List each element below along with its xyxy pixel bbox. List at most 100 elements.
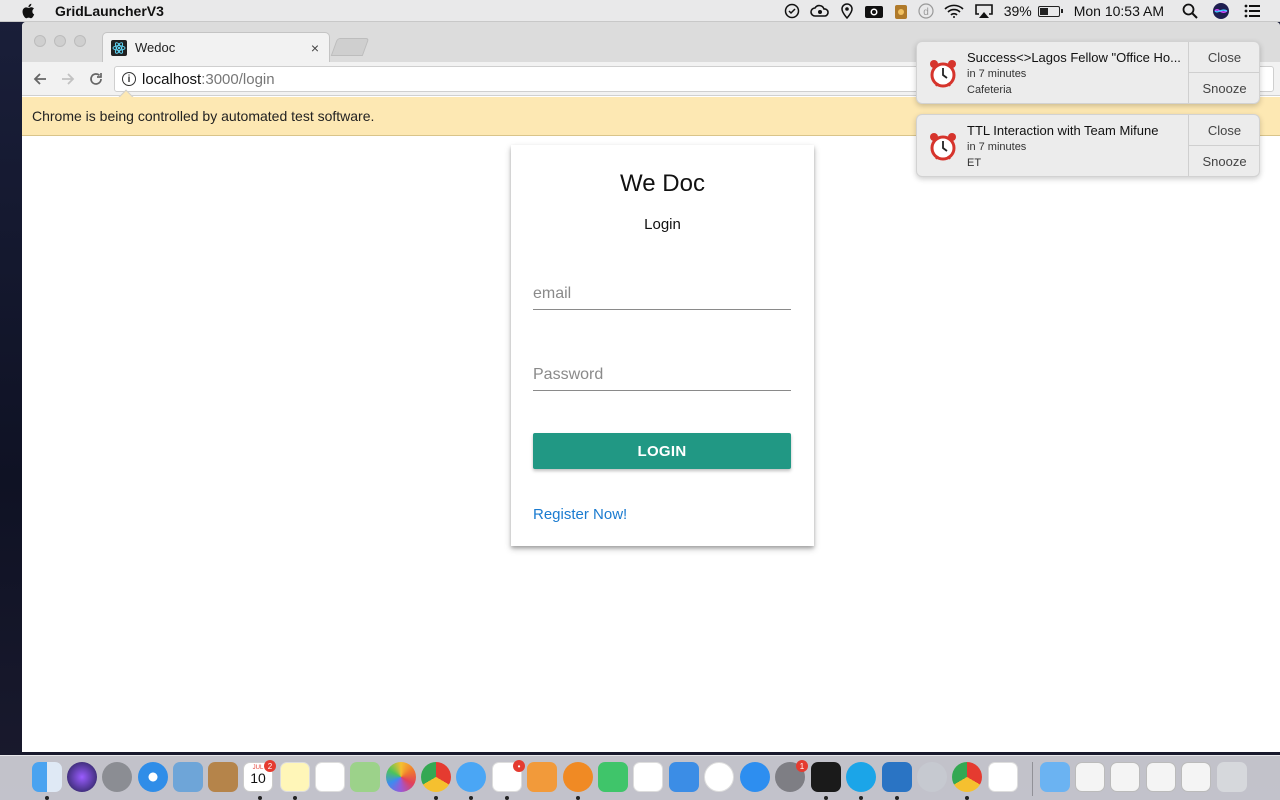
stack-icon[interactable] xyxy=(1110,762,1140,792)
notification-close-button[interactable]: Close xyxy=(1189,42,1259,73)
running-indicator xyxy=(576,796,580,800)
calendar-notification[interactable]: Success<>Lagos Fellow "Office Ho... in 7… xyxy=(916,41,1260,104)
back-arrow-icon[interactable] xyxy=(31,70,49,88)
tab-title: Wedoc xyxy=(135,40,176,55)
running-indicator xyxy=(258,796,262,800)
notification-time: in 7 minutes xyxy=(967,141,1027,153)
dock-separator xyxy=(1032,762,1033,796)
notification-center-icon[interactable] xyxy=(1244,4,1260,18)
running-indicator xyxy=(965,796,969,800)
tab-wedoc[interactable]: Wedoc × xyxy=(102,32,330,62)
stack-icon[interactable] xyxy=(1075,762,1105,792)
facetime-icon[interactable] xyxy=(598,762,628,792)
infobar-text: Chrome is being controlled by automated … xyxy=(32,108,375,124)
battery-icon[interactable] xyxy=(1037,5,1063,17)
battery-fill xyxy=(1039,7,1048,15)
site-info-icon[interactable]: i xyxy=(122,72,136,86)
photos-icon[interactable] xyxy=(386,762,416,792)
login-card: We Doc Login LOGIN Register Now! xyxy=(511,145,814,546)
active-app-name[interactable]: GridLauncherV3 xyxy=(55,3,164,19)
system-preferences-badge: 1 xyxy=(796,760,808,772)
email-field[interactable] xyxy=(533,278,791,310)
mail-icon[interactable] xyxy=(173,762,203,792)
apple-menu-icon[interactable] xyxy=(20,2,38,20)
vscode-icon[interactable] xyxy=(882,762,912,792)
page-content: We Doc Login LOGIN Register Now! xyxy=(22,137,1280,752)
wifi-icon[interactable] xyxy=(944,4,964,18)
app-store-icon[interactable] xyxy=(740,762,770,792)
camera-icon[interactable] xyxy=(864,3,884,19)
notification-snooze-button[interactable]: Snooze xyxy=(1189,73,1259,103)
url-path: :3000/login xyxy=(201,70,275,88)
calendar-notification[interactable]: TTL Interaction with Team Mifune in 7 mi… xyxy=(916,114,1260,177)
dashlane-icon[interactable] xyxy=(784,3,800,19)
siri-dock-icon[interactable] xyxy=(67,762,97,792)
d-icon[interactable]: d xyxy=(918,3,934,19)
chrome-dock-icon[interactable] xyxy=(421,762,451,792)
close-window-button[interactable] xyxy=(34,35,46,47)
password-field[interactable] xyxy=(533,359,791,391)
creative-cloud-icon[interactable] xyxy=(809,4,830,18)
airplay-icon[interactable] xyxy=(974,3,994,19)
finder-icon[interactable] xyxy=(32,762,62,792)
zoom-window-button[interactable] xyxy=(74,35,86,47)
reminders-icon[interactable] xyxy=(315,762,345,792)
dock: JUL 10 2 • 1 xyxy=(0,755,1280,800)
stack-icon[interactable] xyxy=(1146,762,1176,792)
svg-text:d: d xyxy=(923,7,929,18)
notification-location: Cafeteria xyxy=(967,84,1012,96)
notification-close-button[interactable]: Close xyxy=(1189,115,1259,146)
app-title: We Doc xyxy=(620,170,705,197)
maps-icon[interactable] xyxy=(350,762,380,792)
running-indicator xyxy=(469,796,473,800)
calendar-badge: 2 xyxy=(264,760,276,772)
messages-icon[interactable] xyxy=(456,762,486,792)
launchpad-icon[interactable] xyxy=(102,762,132,792)
menu-clock[interactable]: Mon 10:53 AM xyxy=(1074,3,1164,19)
chrome-secondary-icon[interactable] xyxy=(952,762,982,792)
running-indicator xyxy=(293,796,297,800)
alarm-clock-icon xyxy=(930,60,956,88)
contacts-icon[interactable] xyxy=(208,762,238,792)
new-tab-button[interactable] xyxy=(330,38,370,56)
close-tab-icon[interactable]: × xyxy=(311,40,319,56)
alarm-clock-icon xyxy=(930,133,956,161)
forward-arrow-icon[interactable] xyxy=(59,70,77,88)
preferences-icon[interactable] xyxy=(917,762,947,792)
stack-icon[interactable] xyxy=(1181,762,1211,792)
notification-title: TTL Interaction with Team Mifune xyxy=(967,123,1159,138)
robot-icon[interactable] xyxy=(894,2,908,20)
folder-icon[interactable] xyxy=(1040,762,1070,792)
reload-icon[interactable] xyxy=(87,70,105,88)
skype-icon[interactable] xyxy=(846,762,876,792)
spotlight-search-icon[interactable] xyxy=(1182,3,1198,19)
running-indicator xyxy=(434,796,438,800)
books-icon[interactable] xyxy=(563,762,593,792)
numbers-icon[interactable] xyxy=(633,762,663,792)
notification-actions: Close Snooze xyxy=(1188,115,1259,176)
register-link[interactable]: Register Now! xyxy=(533,506,627,523)
battery-percent[interactable]: 39% xyxy=(1004,3,1032,19)
notification-title: Success<>Lagos Fellow "Office Ho... xyxy=(967,50,1181,65)
login-button[interactable]: LOGIN xyxy=(533,433,791,469)
java-icon[interactable] xyxy=(988,762,1018,792)
itunes-icon[interactable] xyxy=(704,762,734,792)
safari-icon[interactable] xyxy=(138,762,168,792)
keynote-icon[interactable] xyxy=(669,762,699,792)
login-subtitle: Login xyxy=(644,216,681,233)
slack-badge: • xyxy=(513,760,525,772)
calendar-day: 10 xyxy=(250,770,266,786)
running-indicator xyxy=(45,796,49,800)
notification-snooze-button[interactable]: Snooze xyxy=(1189,146,1259,176)
notes-icon[interactable] xyxy=(280,762,310,792)
terminal-icon[interactable] xyxy=(811,762,841,792)
notification-location: ET xyxy=(967,157,982,169)
notification-actions: Close Snooze xyxy=(1188,42,1259,103)
minimize-window-button[interactable] xyxy=(54,35,66,47)
location-icon[interactable] xyxy=(840,3,854,19)
siri-icon[interactable] xyxy=(1212,2,1230,20)
pages-icon[interactable] xyxy=(527,762,557,792)
status-menu-area: d 39% Mon 10:53 AM xyxy=(784,0,1280,22)
running-indicator xyxy=(895,796,899,800)
trash-icon[interactable] xyxy=(1217,762,1247,792)
